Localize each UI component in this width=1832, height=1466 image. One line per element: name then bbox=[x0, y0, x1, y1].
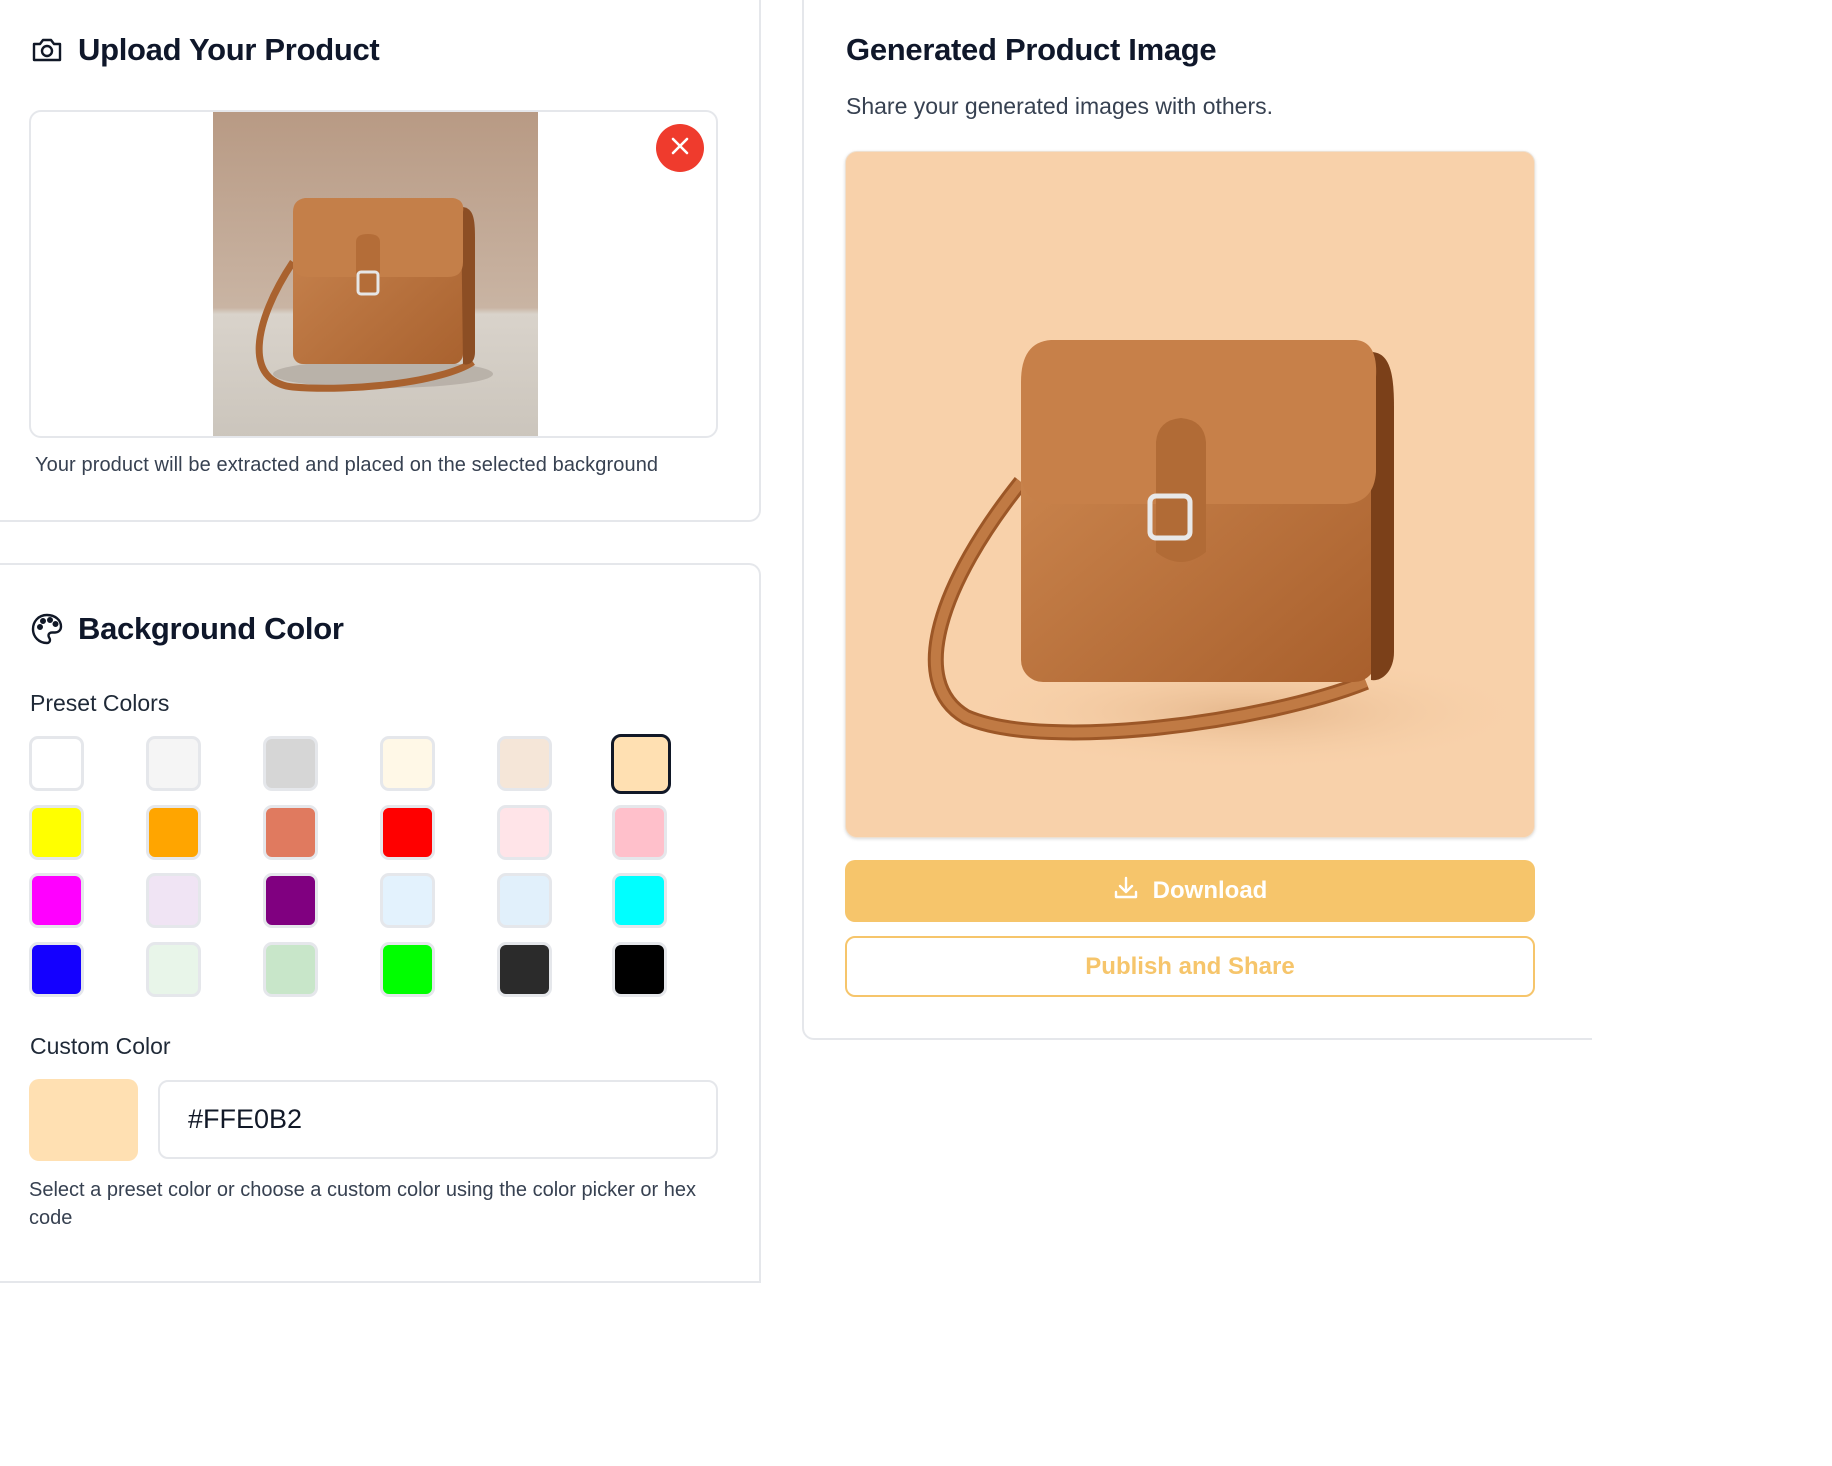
preset-color-swatch[interactable] bbox=[380, 873, 435, 928]
preset-color-swatch[interactable] bbox=[497, 736, 552, 791]
preset-color-swatch[interactable] bbox=[497, 873, 552, 928]
preset-color-swatch[interactable] bbox=[380, 942, 435, 997]
download-button[interactable]: Download bbox=[845, 860, 1535, 922]
palette-icon bbox=[30, 612, 64, 646]
generated-image-subtitle: Share your generated images with others. bbox=[846, 93, 1274, 119]
uploaded-product-photo bbox=[213, 112, 538, 436]
preset-color-swatch[interactable] bbox=[263, 873, 318, 928]
preset-color-swatch[interactable] bbox=[497, 805, 552, 860]
close-icon bbox=[670, 136, 690, 161]
preset-color-swatch[interactable] bbox=[263, 942, 318, 997]
upload-heading: Upload Your Product bbox=[30, 32, 380, 68]
hex-code-input[interactable] bbox=[158, 1080, 718, 1159]
preset-color-swatch[interactable] bbox=[146, 736, 201, 791]
upload-title: Upload Your Product bbox=[78, 32, 380, 67]
preset-color-grid bbox=[29, 734, 679, 998]
preset-color-swatch[interactable] bbox=[612, 873, 667, 928]
preset-color-swatch[interactable] bbox=[29, 736, 84, 791]
generated-image-heading: Generated Product Image bbox=[846, 32, 1217, 68]
preset-color-swatch[interactable] bbox=[146, 805, 201, 860]
preset-color-swatch[interactable] bbox=[380, 736, 435, 791]
preset-color-swatch[interactable] bbox=[29, 805, 84, 860]
preset-color-swatch[interactable] bbox=[263, 736, 318, 791]
background-color-heading: Background Color bbox=[30, 611, 344, 647]
preset-color-swatch[interactable] bbox=[611, 734, 671, 794]
remove-image-button[interactable] bbox=[656, 124, 704, 172]
background-color-title: Background Color bbox=[78, 611, 344, 646]
download-icon bbox=[1113, 875, 1139, 908]
download-label: Download bbox=[1152, 877, 1268, 904]
custom-color-label: Custom Color bbox=[30, 1033, 171, 1059]
preset-color-swatch[interactable] bbox=[497, 942, 552, 997]
generated-image-title: Generated Product Image bbox=[846, 32, 1217, 67]
preset-color-swatch[interactable] bbox=[146, 873, 201, 928]
upload-hint-text: Your product will be extracted and place… bbox=[35, 454, 659, 476]
generated-product-image bbox=[845, 151, 1535, 838]
preset-color-swatch[interactable] bbox=[29, 873, 84, 928]
upload-dropzone[interactable] bbox=[29, 110, 718, 438]
custom-color-picker[interactable] bbox=[29, 1079, 138, 1161]
publish-and-share-button[interactable]: Publish and Share bbox=[845, 936, 1535, 997]
preset-color-swatch[interactable] bbox=[612, 805, 667, 860]
preset-color-swatch[interactable] bbox=[612, 942, 667, 997]
preset-color-swatch[interactable] bbox=[263, 805, 318, 860]
preset-colors-label: Preset Colors bbox=[30, 690, 170, 716]
camera-icon bbox=[30, 33, 64, 67]
preset-color-swatch[interactable] bbox=[146, 942, 201, 997]
preset-color-swatch[interactable] bbox=[380, 805, 435, 860]
custom-color-hint: Select a preset color or choose a custom… bbox=[29, 1179, 696, 1229]
preset-color-swatch[interactable] bbox=[29, 942, 84, 997]
